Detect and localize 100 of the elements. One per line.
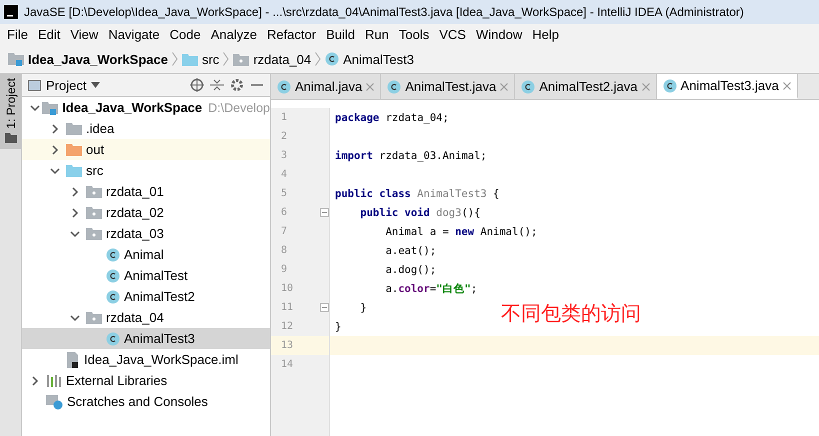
editor-tab[interactable]: AnimalTest2.java	[515, 74, 657, 99]
chevron-icon	[315, 52, 322, 66]
annotation-text: 不同包类的访问	[501, 302, 641, 327]
code-line: public class AnimalTest3 {	[334, 186, 500, 202]
menu-item[interactable]: File	[2, 27, 33, 42]
menu-item[interactable]: Navigate	[103, 27, 165, 42]
line-number: 2	[280, 130, 288, 144]
folder-icon	[66, 143, 82, 156]
class-icon	[106, 248, 120, 262]
breadcrumb-item[interactable]: Idea_Java_WorkSpace	[28, 52, 168, 66]
line-number: 3	[280, 149, 288, 163]
menu-item[interactable]: Help	[527, 27, 564, 42]
tree-label: AnimalTest2	[124, 289, 195, 304]
chevron-icon	[223, 52, 230, 66]
tree-row[interactable]: Scratches and Consoles	[22, 391, 270, 412]
tree-row[interactable]: AnimalTest3	[22, 328, 270, 349]
code-line: }	[334, 320, 342, 334]
package-folder-icon	[86, 185, 102, 198]
project-tool-tab[interactable]: 1: Project	[0, 74, 21, 149]
tree-label: rzdata_04	[106, 310, 164, 325]
line-number: 5	[280, 187, 288, 201]
menu-item[interactable]: Build	[321, 27, 360, 42]
code-line: Animal a = new Animal();	[384, 224, 538, 240]
app-logo-icon	[4, 5, 18, 19]
tree-row[interactable]: out	[22, 139, 270, 160]
line-number: 13	[271, 336, 329, 355]
settings-icon[interactable]	[230, 78, 244, 92]
line-number: 7	[280, 225, 288, 239]
tree-label: out	[86, 142, 104, 157]
libraries-icon	[46, 374, 62, 387]
code-line: package rzdata_04;	[334, 110, 449, 126]
class-icon	[106, 268, 120, 282]
package-folder-icon	[86, 206, 102, 219]
class-icon	[387, 80, 402, 94]
tree-row[interactable]: .idea	[22, 118, 270, 139]
folder-icon	[66, 122, 82, 135]
tree-row[interactable]: rzdata_01	[22, 181, 270, 202]
editor-tab[interactable]: AnimalTest3.java	[656, 74, 798, 99]
tree-label: Animal	[124, 247, 164, 262]
window-title: JavaSE [D:\Develop\Idea_Java_WorkSpace] - ...\src\rzdata_04\AnimalTest3.java [Idea_Java_WorkSpace] - IntelliJ IDEA (Administrator)	[24, 5, 744, 19]
code-line: a.eat();	[384, 244, 436, 258]
tree-row[interactable]: rzdata_03	[22, 223, 270, 244]
line-number: 9	[280, 263, 288, 277]
scratches-icon	[46, 394, 63, 410]
path-hint: D:\Develop	[208, 100, 270, 114]
module-folder-icon	[8, 52, 24, 66]
line-number: 12	[280, 320, 294, 334]
menu-item[interactable]: Tools	[394, 27, 434, 42]
folder-icon	[66, 164, 82, 177]
menu-item[interactable]: View	[65, 27, 104, 42]
breadcrumb-item[interactable]: rzdata_04	[253, 52, 312, 66]
code-line: public void dog3(){	[359, 206, 480, 220]
menu-item[interactable]: Edit	[32, 27, 66, 42]
editor-tab[interactable]: Animal.java	[271, 74, 382, 99]
editor-tab[interactable]: AnimalTest.java	[381, 74, 516, 99]
tree-row[interactable]: rzdata_04	[22, 307, 270, 328]
menu-item[interactable]: VCS	[434, 27, 471, 42]
close-icon[interactable]	[782, 82, 791, 90]
menu-item[interactable]: Window	[470, 27, 528, 42]
tree-row[interactable]: Idea_Java_WorkSpace D:\Develop	[22, 97, 270, 118]
fold-marker-icon[interactable]	[320, 303, 329, 312]
folder-icon	[182, 52, 198, 66]
class-icon	[325, 52, 340, 66]
tree-label: Idea_Java_WorkSpace	[62, 100, 202, 115]
code-line: }	[359, 300, 367, 316]
code-line: a.color="白色";	[384, 282, 478, 296]
tree-row[interactable]: External Libraries	[22, 370, 270, 391]
menu-item[interactable]: Run	[360, 27, 394, 42]
line-number: 1	[280, 111, 288, 125]
package-folder-icon	[86, 227, 102, 240]
line-number: 11	[271, 298, 329, 317]
tree-row[interactable]: Animal	[22, 244, 270, 265]
breadcrumb-item[interactable]: AnimalTest3	[343, 52, 414, 66]
tree-row[interactable]: Idea_Java_WorkSpace.iml	[22, 349, 270, 370]
window-icon	[28, 80, 41, 90]
locate-icon[interactable]	[190, 78, 204, 92]
class-icon	[106, 332, 120, 346]
file-icon	[66, 352, 80, 368]
tree-label: Scratches and Consoles	[67, 394, 208, 409]
tree-label: .idea	[86, 121, 114, 136]
tree-row[interactable]: AnimalTest	[22, 265, 270, 286]
package-folder-icon	[86, 311, 102, 324]
caret-icon	[91, 82, 100, 88]
tree-row[interactable]: rzdata_02	[22, 202, 270, 223]
fold-marker-icon[interactable]	[320, 208, 329, 217]
module-folder-icon	[42, 100, 58, 114]
code-line: import rzdata_03.Animal;	[334, 148, 487, 164]
line-number: 8	[280, 244, 288, 258]
breadcrumb-item[interactable]: src	[202, 52, 220, 66]
line-number: 6	[271, 203, 329, 222]
line-number: 4	[280, 168, 288, 182]
tree-label: AnimalTest	[124, 268, 188, 283]
class-icon	[521, 80, 536, 94]
code-line: a.dog();	[384, 262, 436, 278]
menu-item[interactable]: Analyze	[206, 27, 262, 42]
collapse-icon[interactable]	[210, 78, 224, 92]
menu-item[interactable]: Code	[164, 27, 206, 42]
menu-item[interactable]: Refactor	[262, 27, 322, 42]
tree-row[interactable]: AnimalTest2	[22, 286, 270, 307]
tree-row[interactable]: src	[22, 160, 270, 181]
